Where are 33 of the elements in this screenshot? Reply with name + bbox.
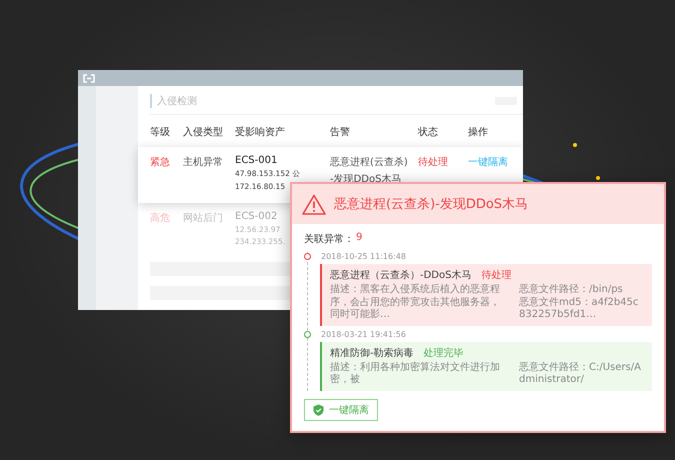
event-status: 待处理 bbox=[481, 268, 512, 282]
column-header: 入侵类型 bbox=[183, 126, 224, 139]
column-header: 状态 bbox=[418, 126, 439, 139]
asset-name: ECS-002 bbox=[235, 211, 278, 222]
warning-icon bbox=[302, 194, 326, 214]
type-cell-text: 网站后门 bbox=[183, 212, 224, 225]
column-header: 操作 bbox=[468, 126, 489, 139]
file-detail: 恶意文件路径：C:/Users/Administrator/ bbox=[519, 362, 642, 386]
type-cell-text: 主机异常 bbox=[183, 156, 224, 169]
related-count: 9 bbox=[356, 232, 362, 245]
status-cell-text: 待处理 bbox=[418, 156, 449, 169]
page-title: 入侵检测 bbox=[150, 94, 197, 108]
event-description: 描述：黑客在入侵系统后植入的恶意程序，会占用您的带宽攻击其他服务器，同时可能影… bbox=[330, 284, 501, 322]
isolate-button[interactable]: 一键隔离 bbox=[304, 398, 378, 420]
file-detail: 恶意文件路径：/bin/ps bbox=[519, 284, 624, 296]
event-description: 描述：利用各种加密算法对文件进行加密，被 bbox=[330, 362, 501, 386]
event-time: 2018-03-21 19:41:56 bbox=[321, 330, 406, 338]
isolate-link[interactable]: 一键隔离 bbox=[468, 155, 523, 169]
bracket-logo-icon bbox=[82, 74, 96, 82]
column-header: 受影响资产 bbox=[235, 126, 286, 139]
event-time: 2018-10-25 11:16:48 bbox=[321, 252, 406, 261]
column-header: 等级 bbox=[150, 126, 171, 139]
related-label: 关联异常： bbox=[304, 232, 354, 246]
event-status: 处理完毕 bbox=[424, 346, 464, 360]
level-cell-text: 高危 bbox=[150, 212, 171, 225]
file-detail: 恶意文件md5：a4f2b45c832257b5fd1… bbox=[519, 296, 640, 322]
asset-name: ECS-001 bbox=[235, 155, 278, 166]
event-name: 恶意进程（云查杀）-DDoS木马 bbox=[330, 268, 472, 282]
column-header: 告警 bbox=[330, 126, 351, 139]
event-name: 精准防御-勒索病毒 bbox=[330, 346, 414, 360]
alert-text: 恶意进程(云查杀) bbox=[330, 156, 408, 169]
level-cell-text: 紧急 bbox=[150, 156, 171, 169]
shield-icon bbox=[313, 404, 324, 416]
